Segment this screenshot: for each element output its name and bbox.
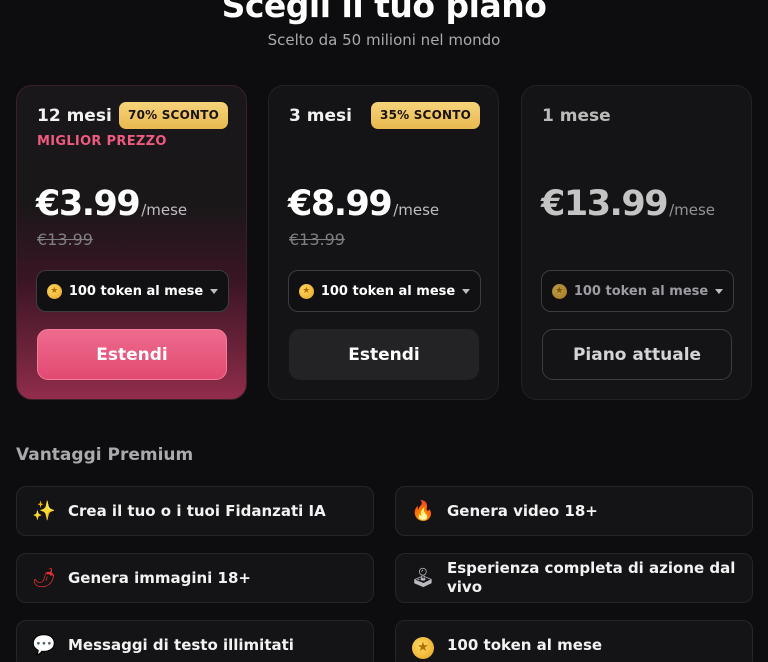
sparkle-icon: ✨ bbox=[32, 500, 56, 522]
chevron-down-icon bbox=[462, 288, 471, 294]
best-price-tag: MIGLIOR PREZZO bbox=[37, 134, 167, 149]
coin-icon bbox=[551, 283, 567, 299]
extend-button[interactable]: Estendi bbox=[289, 329, 479, 380]
benefit-item: 💬 Messaggi di testo illimitati bbox=[16, 620, 374, 662]
plan-card-12-months[interactable]: 12 mesi 70% SCONTO MIGLIOR PREZZO €3.99 … bbox=[16, 85, 247, 400]
extend-button[interactable]: Estendi bbox=[37, 329, 227, 380]
section-title: Vantaggi Premium bbox=[16, 445, 194, 465]
benefit-item: 🔥 Genera video 18+ bbox=[395, 486, 753, 536]
chevron-down-icon bbox=[210, 288, 219, 294]
benefit-label: Genera immagini 18+ bbox=[68, 568, 251, 587]
token-select[interactable]: 100 token al mese bbox=[288, 270, 481, 312]
plan-name: 12 mesi bbox=[37, 106, 112, 126]
price-row: €13.99 /mese bbox=[541, 184, 715, 224]
token-select-value: 100 token al mese bbox=[68, 283, 204, 299]
benefit-label: Messaggi di testo illimitati bbox=[68, 635, 294, 654]
benefit-label: Genera video 18+ bbox=[447, 501, 598, 520]
token-select[interactable]: 100 token al mese bbox=[541, 270, 734, 312]
plan-price: €8.99 bbox=[288, 184, 393, 224]
price-row: €8.99 /mese bbox=[288, 184, 439, 224]
benefit-label: Crea il tuo o i tuoi Fidanzati IA bbox=[68, 501, 326, 520]
fire-icon: 🔥 bbox=[411, 500, 435, 522]
current-plan-button[interactable]: Piano attuale bbox=[542, 329, 732, 380]
price-unit: /mese bbox=[669, 201, 715, 219]
discount-badge: 35% SCONTO bbox=[371, 102, 480, 129]
benefit-label: 100 token al mese bbox=[447, 635, 603, 654]
old-price: €13.99 bbox=[37, 230, 93, 249]
plan-card-3-months[interactable]: 3 mesi 35% SCONTO €8.99 /mese €13.99 100… bbox=[268, 85, 499, 400]
plan-price: €13.99 bbox=[541, 184, 669, 224]
plan-card-1-month[interactable]: 1 mese €13.99 /mese 100 token al mese Pi… bbox=[521, 85, 752, 400]
coin-icon: ★ bbox=[410, 632, 436, 659]
coin-icon bbox=[298, 283, 314, 299]
benefit-item: 🕹 Esperienza completa di azione dal vivo bbox=[395, 553, 753, 603]
old-price: €13.99 bbox=[289, 230, 345, 249]
benefit-label: Esperienza completa di azione dal vivo bbox=[447, 559, 736, 596]
plan-price: €3.99 bbox=[36, 184, 141, 224]
plan-name: 1 mese bbox=[542, 106, 611, 126]
page-title: Scegli il tuo piano bbox=[221, 0, 547, 25]
token-select[interactable]: 100 token al mese bbox=[36, 270, 229, 312]
benefit-item: 🌶 Genera immagini 18+ bbox=[16, 553, 374, 603]
discount-badge: 70% SCONTO bbox=[119, 102, 228, 129]
price-row: €3.99 /mese bbox=[36, 184, 187, 224]
benefit-item: ★ 100 token al mese bbox=[395, 620, 753, 662]
chili-icon: 🌶 bbox=[31, 567, 57, 589]
plan-name: 3 mesi bbox=[289, 106, 352, 126]
page-subtitle: Scelto da 50 milioni nel mondo bbox=[267, 31, 501, 49]
chevron-down-icon bbox=[715, 288, 724, 294]
coin-icon bbox=[46, 283, 62, 299]
benefit-item: ✨ Crea il tuo o i tuoi Fidanzati IA bbox=[16, 486, 374, 536]
chat-bubble-icon: 💬 bbox=[32, 634, 56, 656]
price-unit: /mese bbox=[393, 201, 440, 219]
price-unit: /mese bbox=[141, 201, 188, 219]
token-select-value: 100 token al mese bbox=[320, 283, 456, 299]
token-select-value: 100 token al mese bbox=[573, 283, 709, 299]
joystick-icon: 🕹 bbox=[410, 567, 436, 589]
